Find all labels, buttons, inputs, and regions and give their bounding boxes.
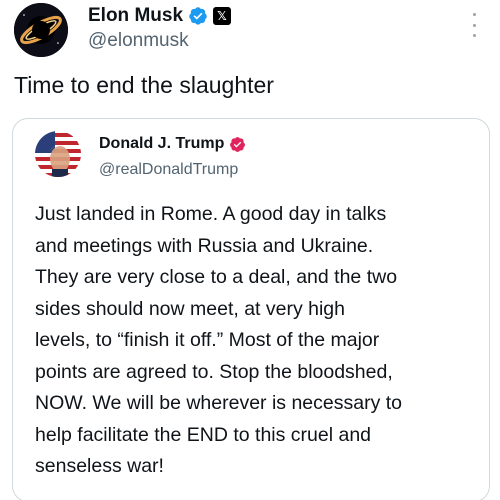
- quoted-author-name[interactable]: Donald J. Trump: [99, 135, 224, 153]
- quoted-avatar[interactable]: [35, 131, 81, 177]
- verified-check-icon: [230, 136, 246, 152]
- author-handle[interactable]: @elonmusk: [88, 30, 189, 52]
- quoted-author-name-row: Donald J. Trump: [99, 135, 246, 153]
- post-header: Elon Musk 𝕏 @elonmusk: [12, 3, 488, 59]
- quoted-text-line: points are agreed to. Stop the bloodshed…: [35, 360, 393, 383]
- quoted-text-line: help facilitate the END to this cruel an…: [35, 423, 372, 446]
- avatar-image: [14, 3, 68, 57]
- quoted-post-card[interactable]: Donald J. Trump @realDonaldTrump Just la…: [12, 118, 490, 500]
- avatar-image: [35, 131, 81, 177]
- quoted-text-line: NOW. We will be wherever is necessary to: [35, 392, 403, 414]
- quoted-text-line: levels, to “finish it off.” Most of the …: [35, 329, 380, 351]
- author-name-row: Elon Musk 𝕏: [88, 5, 232, 27]
- author-name[interactable]: Elon Musk: [88, 5, 183, 27]
- quoted-text-line: They are very close to a deal, and the t…: [35, 266, 398, 288]
- quoted-author-handle[interactable]: @realDonaldTrump: [99, 161, 238, 179]
- avatar[interactable]: [14, 3, 68, 57]
- quoted-text-line: sides should now meet, at very high: [35, 297, 346, 320]
- quoted-text-line: senseless war!: [35, 455, 164, 477]
- post-text: Time to end the slaughter: [14, 72, 274, 98]
- quoted-text-line: Just landed in Rome. A good day in talks: [35, 203, 387, 225]
- quoted-text-line: and meetings with Russia and Ukraine.: [35, 234, 374, 257]
- more-vertical-icon[interactable]: [468, 13, 480, 37]
- verified-check-icon: [189, 7, 207, 25]
- quoted-post-text: Just landed in Rome. A good day in talks…: [35, 199, 485, 483]
- x-logo-icon: 𝕏: [213, 7, 232, 25]
